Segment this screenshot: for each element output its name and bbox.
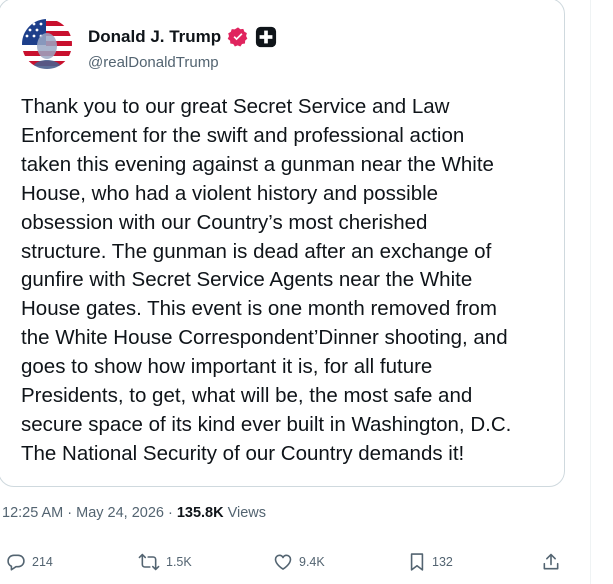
post-text: Thank you to our great Secret Service an…	[21, 95, 512, 465]
bookmark-icon	[410, 553, 424, 571]
share-button[interactable]	[541, 552, 561, 572]
bookmark-button[interactable]: 132	[408, 552, 453, 572]
action-bar: 214 1.5K 9.4K 132	[0, 552, 590, 576]
bookmark-count: 132	[432, 555, 453, 569]
post-meta: 12:25 AM · May 24, 2026 · 135.8K Views	[2, 505, 266, 521]
share-icon	[543, 553, 559, 570]
post-time[interactable]: 12:25 AM	[2, 505, 63, 521]
timeline-divider	[590, 0, 591, 584]
author-handle[interactable]: @realDonaldTrump	[88, 54, 219, 71]
views-count: 135.8K	[176, 505, 224, 521]
meta-separator: ·	[167, 505, 173, 521]
heart-icon	[274, 554, 292, 570]
post-text-card: Donald J. Trump @realDonaldTrump Thank y…	[0, 0, 565, 487]
repost-icon	[138, 553, 160, 571]
repost-count: 1.5K	[166, 555, 192, 569]
reply-button[interactable]: 214	[6, 552, 53, 572]
meta-separator: ·	[67, 505, 73, 521]
avatar-image	[22, 19, 72, 69]
verified-badge-icon[interactable]	[227, 26, 249, 48]
post-date[interactable]: May 24, 2026	[76, 505, 164, 521]
reply-count: 214	[32, 555, 53, 569]
author-display-name[interactable]: Donald J. Trump	[88, 27, 221, 47]
like-count: 9.4K	[299, 555, 325, 569]
author-name-row: Donald J. Trump	[88, 25, 277, 49]
avatar[interactable]	[22, 19, 72, 69]
post-page: Donald J. Trump @realDonaldTrump Thank y…	[0, 0, 613, 584]
like-button[interactable]: 9.4K	[273, 552, 325, 572]
views-label: Views	[227, 505, 267, 521]
affiliate-badge-icon[interactable]	[255, 26, 277, 48]
repost-button[interactable]: 1.5K	[138, 552, 192, 572]
reply-icon	[7, 554, 25, 571]
